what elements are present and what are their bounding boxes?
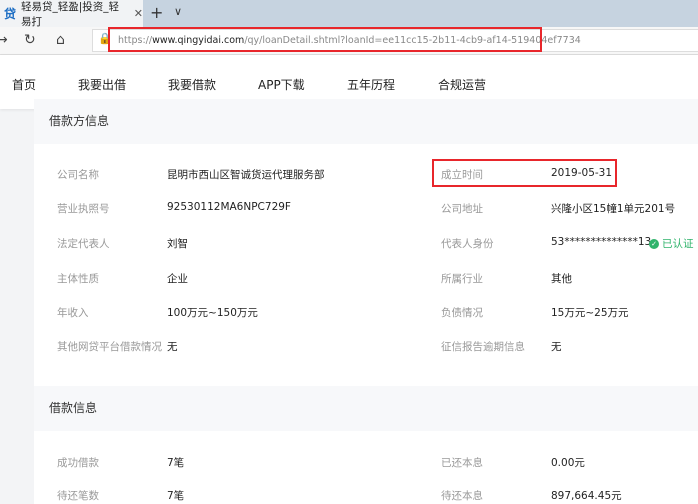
address-bar-row: → ↻ ⌂ 🔒 https://www.qingyidai.com/qy/loa… xyxy=(0,27,698,55)
new-tab-icon[interactable]: + xyxy=(150,3,163,22)
field-label: 公司名称 xyxy=(57,169,99,181)
nav-lend[interactable]: 我要出借 xyxy=(78,76,126,93)
field-value: 刘智 xyxy=(167,238,188,250)
field-value: 92530112MA6NPC729F xyxy=(167,201,291,213)
home-icon[interactable]: ⌂ xyxy=(56,32,65,48)
field-label: 营业执照号 xyxy=(57,203,110,215)
highlight-box-url xyxy=(108,27,542,52)
check-circle-icon: ✓ xyxy=(649,238,659,249)
section-header-borrower: 借款方信息 xyxy=(34,99,698,144)
field-value: 15万元~25万元 xyxy=(551,307,629,319)
forward-icon[interactable]: → xyxy=(0,32,8,48)
field-value: 无 xyxy=(167,341,178,353)
field-value: 53**************13 xyxy=(551,236,652,248)
nav-home[interactable]: 首页 xyxy=(12,76,36,93)
field-value: 其他 xyxy=(551,273,572,285)
field-label: 成功借款 xyxy=(57,457,99,469)
field-label: 待还本息 xyxy=(441,490,483,502)
field-value: 无 xyxy=(551,341,562,353)
field-value: 897,664.45元 xyxy=(551,490,622,502)
field-value: 7笔 xyxy=(167,490,185,502)
field-value: 昆明市西山区智诚货运代理服务部 xyxy=(167,169,325,181)
site-logo-icon: 贷 xyxy=(4,7,17,21)
field-value: 兴隆小区15幢1单元201号 xyxy=(551,203,676,215)
field-label: 其他网贷平台借款情况 xyxy=(57,341,162,353)
close-tab-icon[interactable]: ✕ xyxy=(134,7,143,20)
field-value: 100万元~150万元 xyxy=(167,307,258,319)
field-label: 代表人身份 xyxy=(441,238,494,250)
field-label: 主体性质 xyxy=(57,273,99,285)
field-value: 7笔 xyxy=(167,457,185,469)
field-label: 已还本息 xyxy=(441,457,483,469)
field-value: 0.00元 xyxy=(551,457,585,469)
field-label: 公司地址 xyxy=(441,203,483,215)
nav-app-download[interactable]: APP下载 xyxy=(258,76,305,93)
field-label: 负债情况 xyxy=(441,307,483,319)
refresh-icon[interactable]: ↻ xyxy=(24,32,36,48)
field-value: 2019-05-31 xyxy=(551,167,613,179)
field-label: 所属行业 xyxy=(441,273,483,285)
field-label: 待还笔数 xyxy=(57,490,99,502)
browser-tab-bar: 贷 轻易贷_轻盈|投资_轻易打 ✕ + ∨ xyxy=(0,0,698,28)
verified-badge: ✓ 已认证 xyxy=(649,236,694,251)
tab-title: 轻易贷_轻盈|投资_轻易打 xyxy=(21,0,120,28)
field-label: 法定代表人 xyxy=(57,238,110,250)
browser-tab[interactable]: 贷 轻易贷_轻盈|投资_轻易打 ✕ xyxy=(0,0,143,28)
nav-compliance[interactable]: 合规运营 xyxy=(438,76,486,93)
field-label: 成立时间 xyxy=(441,169,483,181)
field-label: 年收入 xyxy=(57,307,89,319)
field-label: 征信报告逾期信息 xyxy=(441,341,525,353)
nav-borrow[interactable]: 我要借款 xyxy=(168,76,216,93)
field-value: 企业 xyxy=(167,273,188,285)
verified-label: 已认证 xyxy=(662,238,694,250)
nav-history[interactable]: 五年历程 xyxy=(347,76,395,93)
section-header-loan: 借款信息 xyxy=(34,386,698,431)
chevron-down-icon[interactable]: ∨ xyxy=(174,5,182,18)
